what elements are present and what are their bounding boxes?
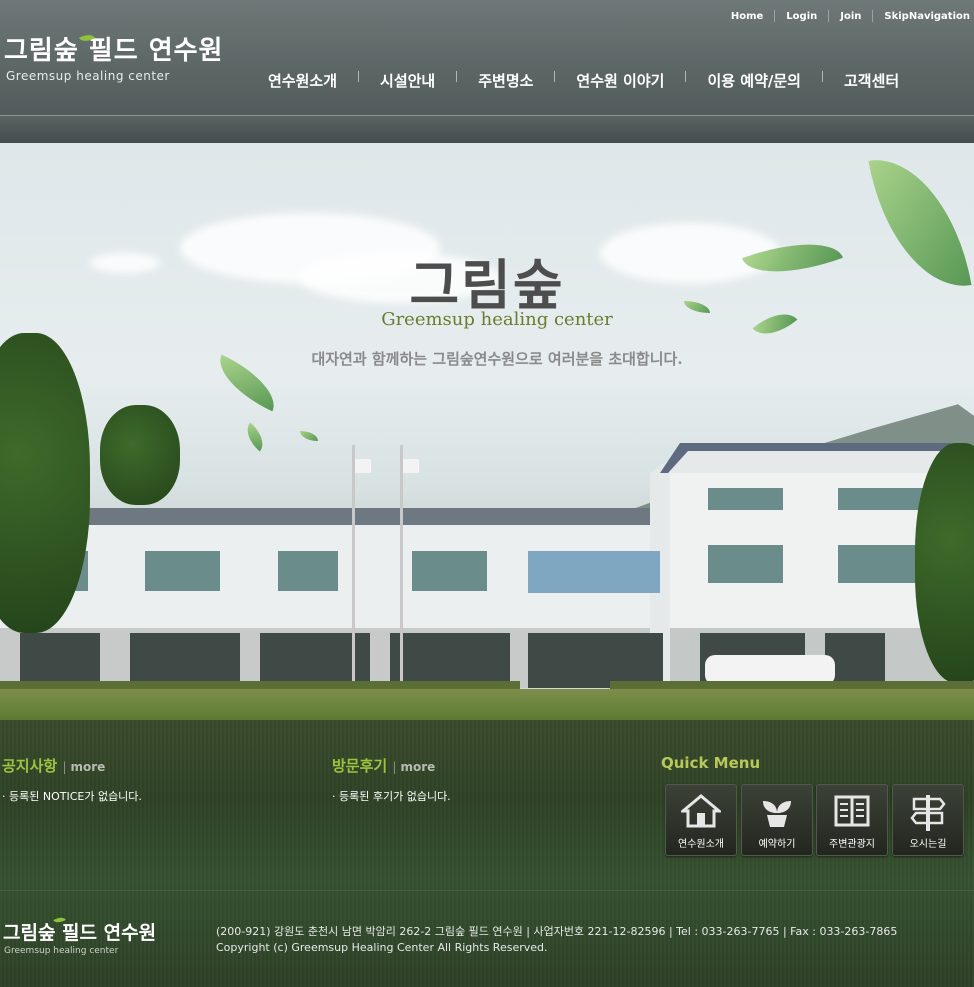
review-empty-message: · 등록된 후기가 없습니다. <box>332 790 451 803</box>
tree <box>100 405 180 505</box>
hero-description: 대자연과 함께하는 그림숲연수원으로 여러분을 초대합니다. <box>311 350 683 368</box>
notice-empty-message: · 등록된 NOTICE가 없습니다. <box>2 790 142 803</box>
footer-logo: 그림숲 필드 연수원 <box>3 922 157 944</box>
quick-menu-label: 예약하기 <box>758 839 796 850</box>
divider <box>456 71 458 82</box>
flag-pole <box>400 445 403 695</box>
flag-pole <box>352 445 355 695</box>
divider <box>554 71 556 82</box>
quick-menu-label: 연수원소개 <box>678 839 724 850</box>
quick-menu-label: 주변관광지 <box>829 839 875 850</box>
lawn <box>0 689 974 720</box>
nav-item-about[interactable]: 연수원소개 <box>268 70 337 91</box>
notice-more-link[interactable]: more <box>70 760 105 774</box>
divider <box>821 71 823 82</box>
nav-item-stories[interactable]: 연수원 이야기 <box>576 70 664 91</box>
home-link[interactable]: Home <box>720 11 774 22</box>
sprout-pot-icon <box>742 793 812 838</box>
content-area: 공지사항 | more · 등록된 NOTICE가 없습니다. 방문후기 | mor… <box>0 720 974 987</box>
divider: | <box>392 760 397 774</box>
review-more-link[interactable]: more <box>400 760 435 774</box>
review-header: 방문후기 | more <box>332 755 435 776</box>
flag <box>355 459 371 473</box>
footer-copyright: Copyright (c) Greemsup Healing Center Al… <box>216 941 548 954</box>
notice-title[interactable]: 공지사항 <box>2 757 57 775</box>
quick-menu-about-button[interactable]: 연수원소개 <box>665 784 737 856</box>
quick-menu-label: 오시는길 <box>909 839 947 850</box>
book-icon <box>817 793 887 838</box>
divider <box>358 71 360 82</box>
quick-menu-directions-button[interactable]: 오시는길 <box>892 784 964 856</box>
main-navigation: 연수원소개 시설안내 주변명소 연수원 이야기 이용 예약/문의 고객센터 <box>268 70 899 91</box>
footer-logo-subtitle: Greemsup healing center <box>4 946 119 956</box>
quick-menu-reservation-button[interactable]: 예약하기 <box>741 784 813 856</box>
divider: | <box>62 760 67 774</box>
submenu-bar <box>0 115 974 144</box>
skip-navigation-link[interactable]: SkipNavigation <box>873 11 970 22</box>
hero-banner: 그림숲 Greemsup healing center 대자연과 함께하는 그림… <box>0 143 974 720</box>
divider <box>685 71 687 82</box>
notice-header: 공지사항 | more <box>2 755 105 776</box>
footer-address: (200-921) 강원도 춘천시 남면 박암리 262-2 그림숲 필드 연수… <box>216 925 898 938</box>
top-utility-links: Home Login Join SkipNavigation <box>720 10 970 22</box>
hero-subtitle: Greemsup healing center <box>381 309 613 330</box>
nav-item-customer-center[interactable]: 고객센터 <box>844 70 899 91</box>
login-link[interactable]: Login <box>775 11 828 22</box>
site-header: 그림숲 필드 연수원 Greemsup healing center Home … <box>0 0 974 115</box>
house-icon <box>666 793 736 838</box>
nav-item-reservation[interactable]: 이용 예약/문의 <box>707 70 801 91</box>
nav-item-facilities[interactable]: 시설안내 <box>380 70 435 91</box>
quick-menu-title: Quick Menu <box>661 754 761 772</box>
site-logo-subtitle: Greemsup healing center <box>6 69 170 83</box>
review-title[interactable]: 방문후기 <box>332 757 387 775</box>
quick-menu-attractions-button[interactable]: 주변관광지 <box>816 784 888 856</box>
footer-divider <box>0 890 974 891</box>
site-logo[interactable]: 그림숲 필드 연수원 <box>4 30 223 67</box>
nav-item-attractions[interactable]: 주변명소 <box>478 70 533 91</box>
flag <box>403 459 419 473</box>
join-link[interactable]: Join <box>829 11 872 22</box>
